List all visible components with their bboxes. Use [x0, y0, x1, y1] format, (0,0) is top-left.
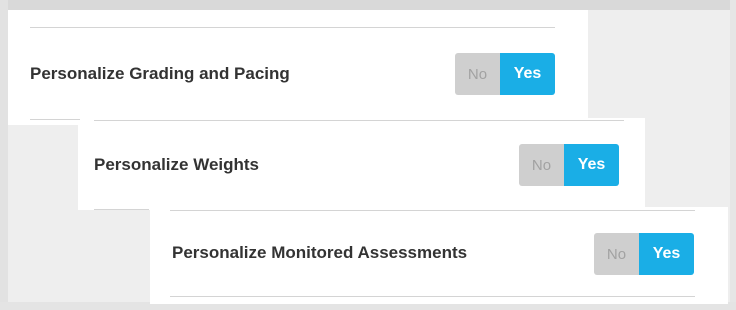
toggle-option-yes[interactable]: Yes	[639, 233, 694, 275]
weights-toggle[interactable]: No Yes	[519, 144, 619, 186]
grading-pacing-toggle[interactable]: No Yes	[455, 53, 555, 95]
divider	[94, 120, 624, 121]
toggle-option-no[interactable]: No	[519, 144, 564, 186]
toggle-option-no[interactable]: No	[455, 53, 500, 95]
toggle-option-yes[interactable]: Yes	[500, 53, 555, 95]
toggle-option-yes[interactable]: Yes	[564, 144, 619, 186]
divider	[30, 27, 555, 28]
setting-label-weights: Personalize Weights	[94, 155, 260, 174]
frame-left-border	[0, 0, 8, 310]
divider	[170, 210, 695, 211]
monitored-assessments-toggle[interactable]: No Yes	[594, 233, 694, 275]
frame-right-border	[730, 0, 736, 310]
frame-top-border	[0, 0, 736, 10]
divider	[30, 119, 80, 120]
divider	[170, 296, 695, 297]
divider	[94, 209, 149, 210]
toggle-option-no[interactable]: No	[594, 233, 639, 275]
setting-label-monitored-assessments: Personalize Monitored Assessments	[172, 243, 468, 262]
setting-label-grading-pacing: Personalize Grading and Pacing	[30, 64, 290, 83]
